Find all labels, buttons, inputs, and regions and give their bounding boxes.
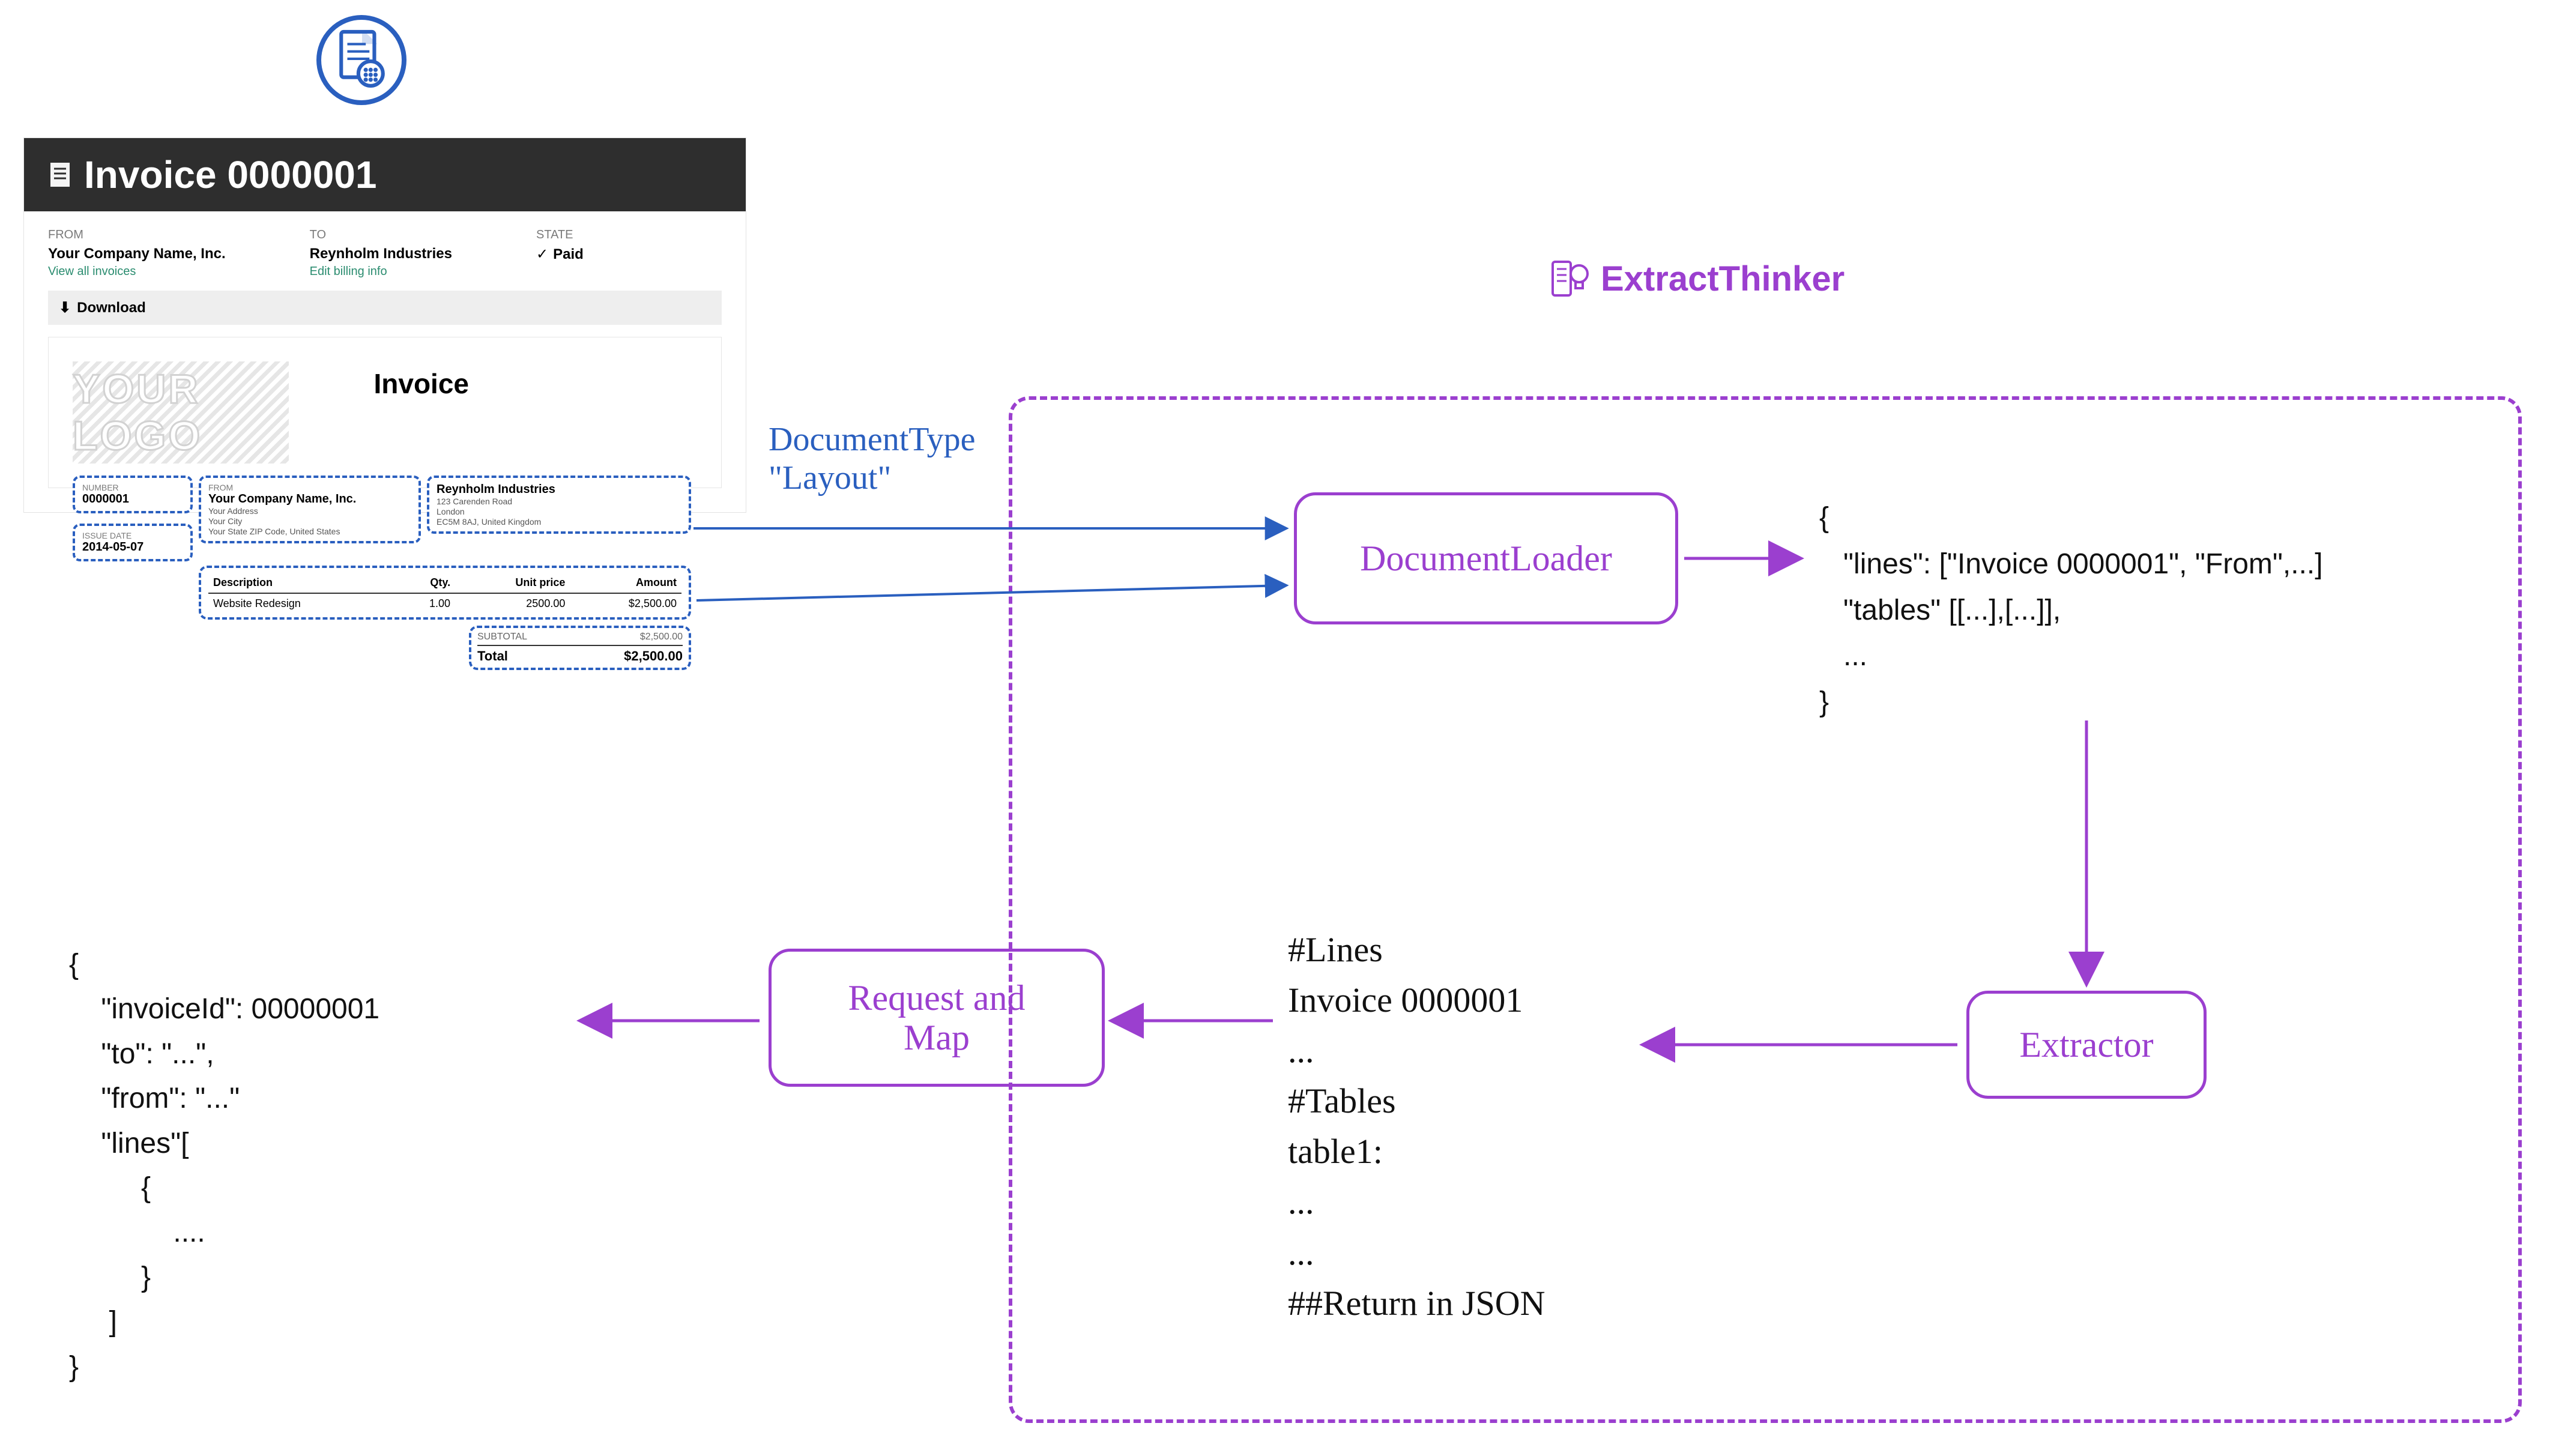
chip-issue-date: ISSUE DATE 2014-05-07 — [73, 524, 193, 561]
invoice-header-icon — [48, 160, 72, 189]
logo-text: YOUR LOGO — [73, 361, 289, 464]
chip-number: NUMBER 0000001 — [73, 476, 193, 513]
invoice-mockup: Invoice 0000001 FROM Your Company Name, … — [24, 138, 746, 512]
node-request-map: Request and Map — [769, 949, 1105, 1087]
invoice-meta: FROM Your Company Name, Inc. View all in… — [24, 211, 746, 291]
node-extractor: Extractor — [1966, 991, 2207, 1099]
document-type-label: DocumentType "Layout" — [769, 420, 975, 498]
from-link: View all invoices — [48, 265, 226, 279]
from-company: Your Company Name, Inc. — [48, 246, 226, 262]
chip-from: FROM Your Company Name, Inc. Your Addres… — [199, 476, 421, 543]
diagram-canvas: Invoice 0000001 FROM Your Company Name, … — [0, 0, 2550, 1456]
to-label: TO — [310, 228, 452, 242]
state-value: Paid — [553, 246, 584, 263]
to-company: Reynholm Industries — [310, 246, 452, 262]
node-document-loader: DocumentLoader — [1294, 492, 1678, 624]
document-circle-icon — [316, 15, 406, 105]
to-link: Edit billing info — [310, 265, 452, 279]
invoice-header: Invoice 0000001 — [24, 138, 746, 211]
invoice-body: YOUR LOGO Invoice NUMBER 0000001 ISSUE D… — [48, 337, 722, 488]
loader-output-json: { "lines": ["Invoice 0000001", "From",..… — [1819, 495, 2323, 726]
from-label: FROM — [48, 228, 226, 242]
invoice-heading: Invoice — [373, 367, 469, 400]
check-icon: ✓ — [536, 246, 548, 263]
invoice-title: Invoice 0000001 — [84, 153, 376, 197]
prompt-template-text: #Lines Invoice 0000001 ... #Tables table… — [1288, 925, 1545, 1329]
download-label: Download — [77, 300, 146, 316]
final-output-json: { "invoiceId": 00000001 "to": "...", "fr… — [69, 943, 379, 1389]
lightbulb-doc-icon — [1549, 258, 1590, 299]
brand-name: ExtractThinker — [1601, 259, 1845, 299]
chip-totals: SUBTOTAL$2,500.00 Total$2,500.00 — [469, 626, 691, 670]
table-row: Website Redesign 1.00 2500.00 $2,500.00 — [208, 593, 681, 614]
brand-logo: ExtractThinker — [1549, 258, 1845, 299]
state-label: STATE — [536, 228, 584, 242]
download-bar: ⬇ Download — [48, 291, 722, 325]
download-icon: ⬇ — [59, 299, 71, 316]
chip-to: Reynholm Industries 123 Carenden Road Lo… — [427, 476, 691, 534]
chip-line-items: Description Qty. Unit price Amount Websi… — [199, 566, 691, 620]
logo-placeholder: YOUR LOGO — [73, 361, 289, 464]
